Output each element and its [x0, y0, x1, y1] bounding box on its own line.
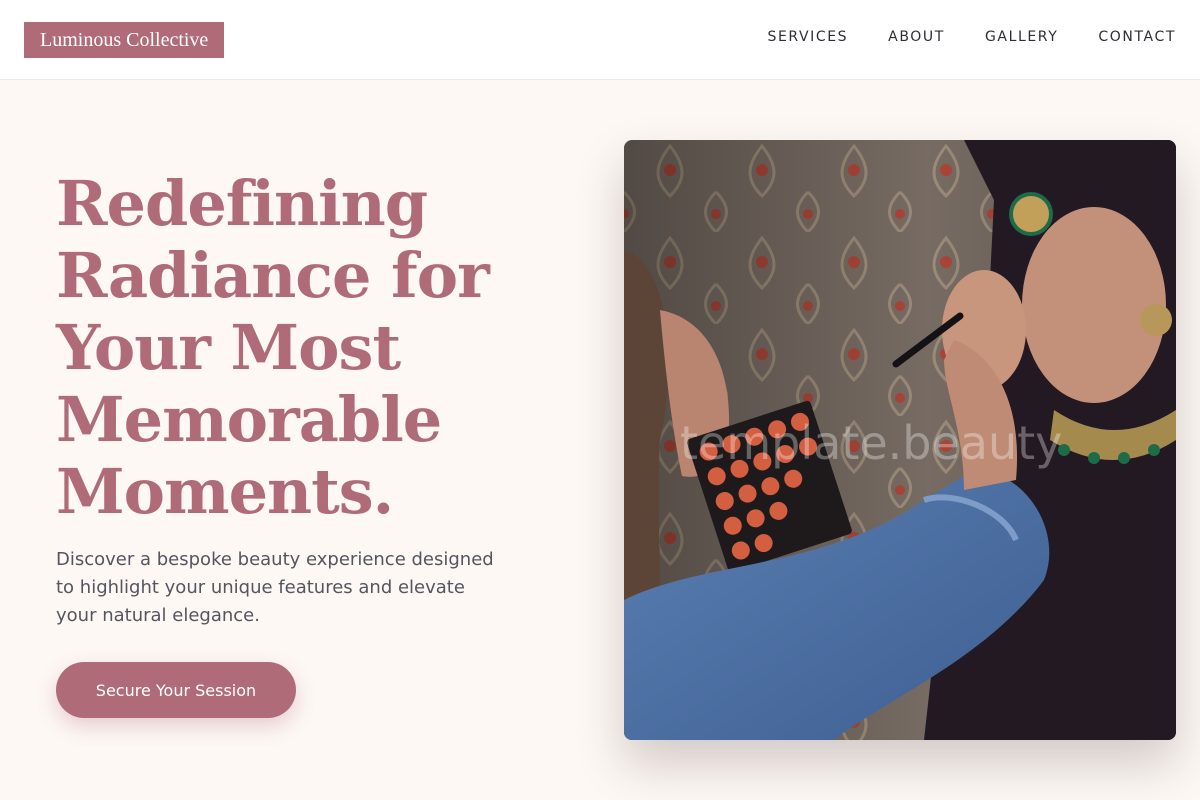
hero-title-line: Redefining	[56, 167, 428, 240]
hero-subtitle-line: your natural elegance.	[56, 605, 260, 626]
brand-logo[interactable]: Luminous Collective	[24, 22, 225, 58]
hero-subtitle-line: Discover a bespoke beauty experience des…	[56, 549, 494, 570]
hero-title: Redefining Radiance for Your Most Memora…	[56, 168, 526, 528]
hero-title-line: Radiance for	[56, 239, 490, 312]
hero-title-line: Memorable	[56, 383, 442, 456]
main-nav: SERVICES ABOUT GALLERY CONTACT	[767, 29, 1176, 45]
nav-link-contact[interactable]: CONTACT	[1098, 29, 1176, 45]
nav-link-gallery[interactable]: GALLERY	[985, 29, 1058, 45]
makeup-artist-photo	[624, 140, 1176, 740]
hero-photo: template.beauty	[624, 140, 1176, 740]
hero-title-line: Your Most	[56, 311, 401, 384]
site-header: Luminous Collective SERVICES ABOUT GALLE…	[0, 0, 1200, 80]
hero-subtitle-line: to highlight your unique features and el…	[56, 577, 465, 598]
nav-link-about[interactable]: ABOUT	[888, 29, 945, 45]
hero-subtitle: Discover a bespoke beauty experience des…	[56, 546, 506, 630]
hero-title-line: Moments.	[56, 455, 394, 528]
nav-link-services[interactable]: SERVICES	[767, 29, 848, 45]
secure-session-button[interactable]: Secure Your Session	[56, 662, 296, 718]
